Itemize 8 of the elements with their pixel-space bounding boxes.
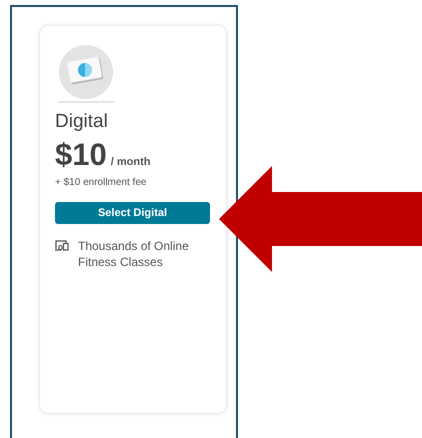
devices-icon (55, 240, 69, 251)
card-icon (58, 44, 114, 103)
plan-name: Digital (55, 111, 109, 133)
plan-price: $10 (55, 137, 107, 173)
feature-text: Thousands of Online Fitness Classes (78, 238, 190, 270)
price-period: / month (110, 156, 150, 168)
enrollment-fee: + $10 enrollment fee (55, 177, 148, 188)
select-button[interactable]: Select Digital (55, 202, 210, 224)
